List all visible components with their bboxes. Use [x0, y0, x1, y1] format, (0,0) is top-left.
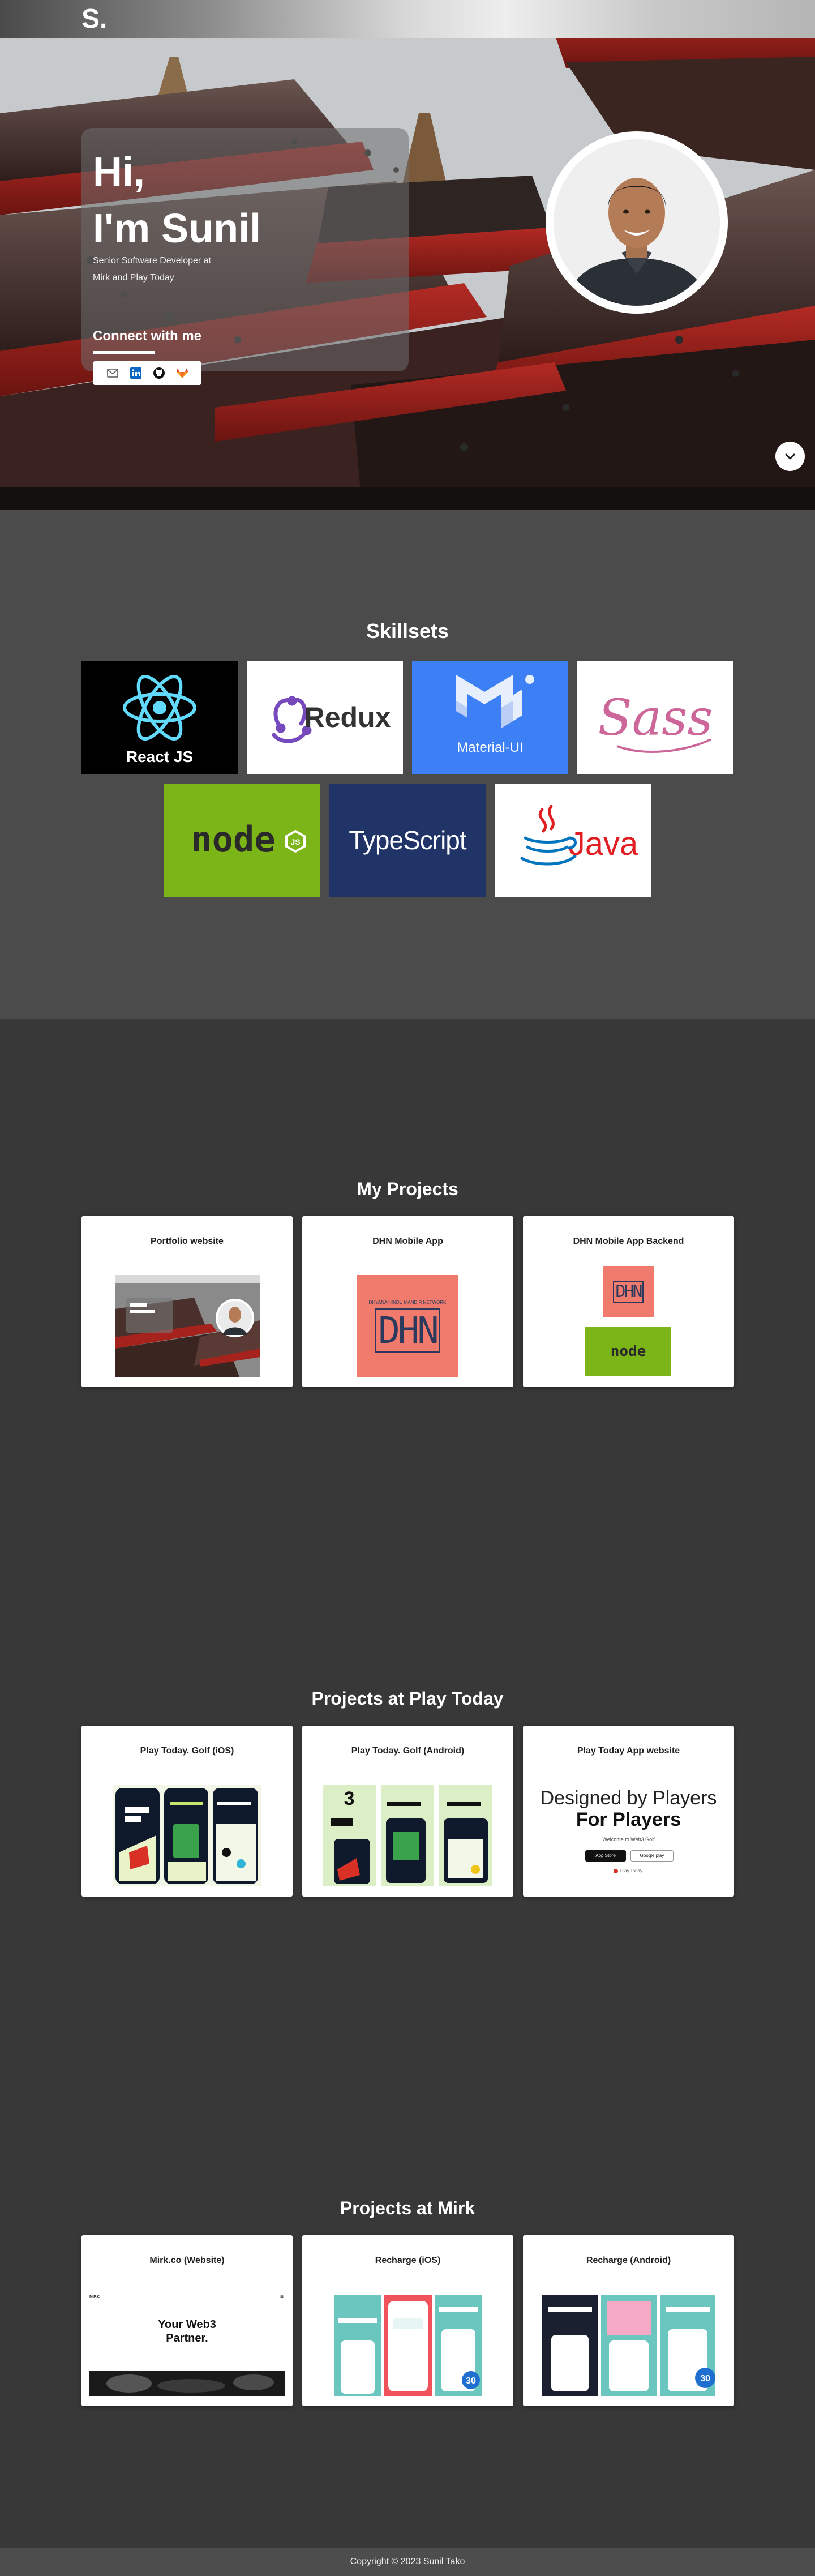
skill-java: Java: [495, 784, 651, 897]
project-card-title: Portfolio website: [151, 1236, 224, 1246]
my-projects-title: My Projects: [357, 1179, 458, 1199]
project-card-title: Mirk.co (Website): [149, 2256, 225, 2265]
play-website-headline-1: Designed by Players: [540, 1787, 717, 1809]
project-card-title: DHN Mobile App Backend: [573, 1236, 684, 1246]
recharge-android-badge: 30: [700, 2374, 710, 2384]
skill-redux-label: Redux: [304, 701, 391, 733]
recharge-android-screens: 30: [542, 2295, 715, 2396]
google-play-badge[interactable]: Google play: [630, 1850, 674, 1862]
project-card-dhn-backend[interactable]: DHN Mobile App Backend DHN node: [523, 1216, 734, 1387]
play-today-android-screens: 3: [323, 1785, 492, 1886]
scroll-down-button[interactable]: [775, 442, 805, 471]
play-website-welcome: Welcome to Web3 Golf: [602, 1837, 655, 1842]
play-today-section: Projects at Play Today Play Today. Golf …: [0, 1529, 815, 2038]
recharge-ios-badge: 30: [466, 2376, 476, 2386]
my-projects-section: My Projects Portfolio website DHN Mobile…: [0, 1019, 815, 1529]
profile-photo: [554, 139, 720, 306]
portfolio-thumbnail: [115, 1275, 260, 1377]
project-card-recharge-android[interactable]: Recharge (Android) 30: [523, 2235, 734, 2406]
svg-text:JS: JS: [290, 837, 300, 846]
project-card-title: Play Today App website: [577, 1746, 680, 1756]
hero-heading: Hi, I'm Sunil: [93, 144, 261, 257]
project-card-play-today-website[interactable]: Play Today App website Designed by Playe…: [523, 1726, 734, 1897]
play-website-headline-2: For Players: [576, 1809, 681, 1830]
connect-underline: [93, 351, 155, 354]
skill-typescript: TypeScript: [329, 784, 486, 897]
play-today-title: Projects at Play Today: [311, 1688, 504, 1709]
site-logo[interactable]: S.: [82, 3, 107, 35]
skills-section: Skillsets React JS Redux Material-UI Sas…: [0, 510, 815, 1019]
project-card-mirk-website[interactable]: Mirk.co (Website) MIRK ≡ Your Web3 Partn…: [82, 2235, 293, 2406]
skill-typescript-label: TypeScript: [349, 825, 467, 855]
hero-greeting: Hi,: [93, 149, 145, 195]
skill-sass-label: Sass: [598, 688, 713, 747]
dhn-logo-text: DHN: [375, 1308, 440, 1353]
chevron-down-icon: [785, 453, 795, 460]
project-card-title: Recharge (Android): [586, 2256, 671, 2265]
hero-subtitle: Senior Software Developer at Mirk and Pl…: [93, 256, 211, 283]
mirk-section: Projects at Mirk Mirk.co (Website) MIRK …: [0, 2038, 815, 2548]
skill-material-ui-label: Material-UI: [457, 740, 523, 755]
play-today-ios-screens: [113, 1785, 261, 1886]
project-card-title: Play Today. Golf (Android): [351, 1746, 465, 1756]
project-card-play-today-ios[interactable]: Play Today. Golf (iOS): [82, 1726, 293, 1897]
recharge-ios-screens: 30: [334, 2295, 482, 2396]
skill-react: React JS: [82, 661, 238, 774]
gitlab-icon[interactable]: [176, 367, 188, 379]
project-card-recharge-ios[interactable]: Recharge (iOS) 30: [302, 2235, 513, 2406]
skill-redux: Redux: [247, 661, 403, 774]
project-card-play-today-android[interactable]: Play Today. Golf (Android) 3: [302, 1726, 513, 1897]
skill-react-label: React JS: [126, 748, 193, 765]
mirk-brand: MIRK: [89, 2295, 100, 2299]
social-links: [93, 361, 201, 385]
node-logo-small: node: [585, 1327, 671, 1376]
footer: Copyright © 2023 Sunil Tako: [0, 2548, 815, 2576]
hero-section: S. Hi, I'm Sunil Senior Software Develop…: [0, 0, 815, 510]
mail-icon[interactable]: [106, 367, 119, 379]
hero-name: I'm Sunil: [93, 206, 261, 251]
github-icon[interactable]: [153, 367, 165, 379]
mirk-title: Projects at Mirk: [340, 2198, 475, 2218]
linkedin-icon[interactable]: [130, 367, 142, 379]
play-today-tag: Play Today: [614, 1868, 642, 1873]
mirk-headline-1: Your Web3: [158, 2318, 216, 2331]
dhn-logo: DHYANA HINDU MANDIR NETWORK DHN: [357, 1275, 458, 1377]
mirk-headline-2: Partner.: [166, 2332, 208, 2344]
connect-heading: Connect with me: [93, 328, 202, 344]
project-card-portfolio[interactable]: Portfolio website: [82, 1216, 293, 1387]
dhn-logo-small: DHN: [603, 1266, 654, 1317]
svg-text:3: 3: [344, 1788, 355, 1809]
top-navbar: [0, 0, 815, 38]
mirk-hero-band: [89, 2371, 285, 2396]
project-card-title: Play Today. Golf (iOS): [140, 1746, 234, 1756]
project-card-title: Recharge (iOS): [375, 2256, 441, 2265]
skill-material-ui: Material-UI: [412, 661, 568, 774]
app-store-badge[interactable]: App Store: [585, 1850, 626, 1862]
skill-node-label: node: [191, 819, 275, 860]
project-card-dhn-app[interactable]: DHN Mobile App DHYANA HINDU MANDIR NETWO…: [302, 1216, 513, 1387]
project-card-title: DHN Mobile App: [372, 1236, 443, 1246]
skill-sass: Sass: [577, 661, 734, 774]
play-today-dot-icon: [614, 1868, 618, 1873]
skill-node: node JS: [164, 784, 320, 897]
skills-title: Skillsets: [366, 619, 449, 643]
skill-java-label: Java: [569, 825, 638, 862]
copyright-text: Copyright © 2023 Sunil Tako: [350, 2557, 465, 2566]
menu-icon[interactable]: ≡: [280, 2294, 284, 2300]
dhn-logo-caption: DHYANA HINDU MANDIR NETWORK: [368, 1300, 447, 1305]
